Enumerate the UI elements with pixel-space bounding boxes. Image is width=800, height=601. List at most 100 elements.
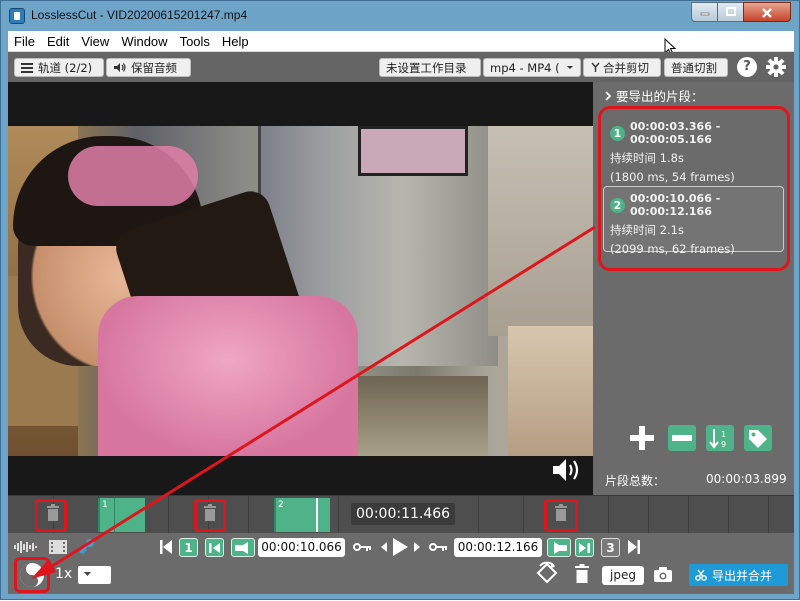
hand-pointer-icon — [554, 542, 567, 554]
workdir-button[interactable]: 未设置工作目录 — [379, 58, 481, 77]
export-merge-label: 导出并合并 — [712, 568, 773, 583]
timeline-segment[interactable]: 2 — [274, 498, 330, 532]
close-icon — [762, 8, 772, 18]
trash-icon[interactable] — [574, 564, 590, 584]
film-icon[interactable] — [48, 538, 68, 556]
cut-start-key-icon[interactable] — [353, 540, 373, 554]
minimize-icon — [700, 12, 709, 16]
add-segment-button[interactable] — [627, 424, 657, 452]
annotation-highlight-box — [35, 499, 67, 532]
svg-text:9: 9 — [721, 440, 726, 449]
tracks-label: 轨道 (2/2) — [38, 60, 93, 75]
menu-window[interactable]: Window — [115, 34, 173, 49]
timeline-segment-label: 1 — [102, 500, 108, 510]
segments-header-text: 要导出的片段： — [616, 89, 704, 104]
remove-segment-button[interactable] — [667, 424, 697, 452]
timeline[interactable]: 1 2 00:00:11.466 — [8, 495, 794, 534]
cut-end-input[interactable]: 00:00:12.166 — [454, 538, 542, 557]
format-label: mp4 - MP4 ( — [490, 60, 560, 75]
speaker-icon — [113, 62, 126, 73]
playback-speed-select[interactable] — [78, 566, 111, 584]
cut-mode-button[interactable]: 普通切割 — [664, 58, 728, 77]
tag-icon — [744, 425, 772, 451]
chevron-right-icon — [605, 89, 612, 104]
label-segment-button[interactable] — [743, 424, 773, 452]
segments-panel: 要导出的片段： 1 00:00:03.366 - 00:00:05.166 持续… — [593, 82, 794, 495]
key-icon[interactable] — [78, 537, 96, 555]
video-frame — [8, 126, 593, 456]
set-cut-start-button[interactable] — [231, 538, 255, 557]
sort-numeric-icon: 1 9 — [706, 425, 734, 451]
step-back-icon — [209, 543, 220, 553]
segment-3-button[interactable]: 3 — [601, 538, 620, 557]
app-window: LosslessCut - VID20200615201247.mp4 File… — [0, 0, 800, 600]
play-icon[interactable] — [391, 537, 409, 557]
format-select[interactable]: mp4 - MP4 ( — [483, 58, 581, 77]
segment-1-button[interactable]: 1 — [179, 538, 198, 557]
menu-tools[interactable]: Tools — [174, 34, 216, 49]
segments-total-label: 片段总数： — [605, 474, 666, 488]
dropdown-arrow-icon — [84, 572, 91, 576]
title-bar: LosslessCut - VID20200615201247.mp4 — [1, 1, 800, 31]
playback-speed-label: 1x — [55, 566, 73, 582]
dropdown-arrow-icon — [566, 61, 574, 75]
menu-help[interactable]: Help — [216, 34, 255, 49]
segments-header: 要导出的片段： — [605, 86, 704, 105]
help-button[interactable]: ? — [737, 57, 757, 77]
sort-segments-button[interactable]: 1 9 — [705, 424, 735, 452]
step-forward-icon — [579, 543, 590, 553]
jump-cut-end-button[interactable] — [575, 538, 594, 557]
keep-audio-button[interactable]: 保留音频 — [106, 58, 191, 77]
minus-icon — [668, 425, 696, 451]
menu-view[interactable]: View — [75, 34, 115, 49]
tracks-button[interactable]: 轨道 (2/2) — [14, 58, 104, 77]
waveform-icon[interactable] — [13, 540, 39, 554]
jump-cut-start-button[interactable] — [205, 538, 224, 557]
list-icon — [21, 62, 33, 73]
snapshot-format-select[interactable]: jpeg — [602, 566, 644, 585]
gear-icon — [766, 57, 786, 77]
volume-icon[interactable] — [551, 456, 583, 484]
annotation-highlight-box — [194, 499, 226, 532]
jump-start-icon[interactable] — [159, 539, 173, 555]
prev-frame-icon[interactable] — [380, 541, 388, 553]
rotate-icon[interactable] — [535, 561, 559, 585]
settings-button[interactable] — [765, 56, 787, 78]
plus-icon — [630, 426, 654, 450]
app-client: 轨道 (2/2) 保留音频 未设置工作目录 mp4 - MP4 (合并剪切 普… — [8, 52, 794, 594]
set-cut-end-button[interactable] — [547, 538, 571, 557]
cut-mode-label: 普通切割 — [671, 60, 717, 75]
workdir-label: 未设置工作目录 — [386, 60, 467, 75]
keep-audio-label: 保留音频 — [131, 60, 177, 75]
merge-cut-button[interactable]: 合并剪切 — [583, 58, 661, 77]
maximize-icon — [725, 7, 736, 16]
next-frame-icon[interactable] — [413, 541, 421, 553]
annotation-highlight-box — [544, 499, 578, 532]
timeline-segment-label: 2 — [278, 500, 284, 510]
menu-edit[interactable]: Edit — [41, 34, 75, 49]
timeline-segment[interactable]: 1 — [98, 498, 145, 532]
svg-text:1: 1 — [721, 430, 726, 439]
annotation-highlight-box — [598, 106, 790, 271]
playback-controls: 1 00:00:10.066 00:00:12.166 3 1x jpeg 导出… — [8, 533, 794, 594]
close-button[interactable] — [743, 2, 791, 22]
jump-end-icon[interactable] — [627, 539, 641, 555]
segments-total-value: 00:00:03.899 — [706, 472, 787, 486]
video-player[interactable] — [8, 82, 593, 495]
camera-icon[interactable] — [653, 566, 673, 583]
cut-end-key-icon[interactable] — [429, 540, 449, 554]
scissors-icon — [695, 569, 707, 581]
window-title: LosslessCut - VID20200615201247.mp4 — [31, 8, 248, 22]
top-toolbar: 轨道 (2/2) 保留音频 未设置工作目录 mp4 - MP4 (合并剪切 普… — [8, 52, 794, 82]
minimize-button[interactable] — [691, 2, 718, 22]
cut-start-input[interactable]: 00:00:10.066 — [258, 538, 345, 557]
export-merge-button[interactable]: 导出并合并 — [689, 564, 788, 586]
merge-icon — [590, 62, 601, 73]
menu-file[interactable]: File — [8, 34, 41, 49]
annotation-highlight-box — [14, 557, 50, 593]
menu-bar: File Edit View Window Tools Help — [8, 31, 794, 56]
current-time-display: 00:00:11.466 — [351, 503, 456, 525]
app-logo-icon — [9, 8, 25, 24]
merge-cut-label: 合并剪切 — [603, 60, 649, 75]
maximize-button[interactable] — [717, 2, 744, 22]
